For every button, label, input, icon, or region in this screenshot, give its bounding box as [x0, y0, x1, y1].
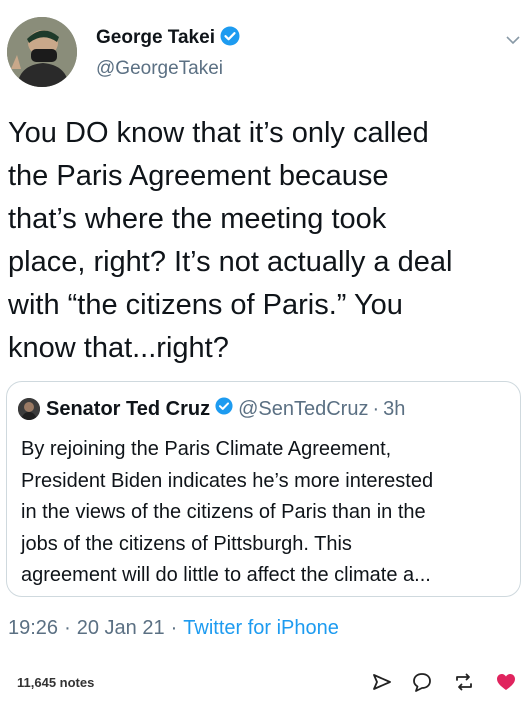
author-handle[interactable]: @GeorgeTakei — [96, 58, 223, 80]
quoted-text-line: By rejoining the Paris Climate Agreement… — [21, 438, 392, 460]
reply-icon[interactable] — [410, 670, 434, 699]
tweet-text: You DO know that it’s only called the Pa… — [8, 112, 518, 370]
quoted-author-avatar[interactable] — [18, 398, 40, 420]
quoted-text-line: jobs of the citizens of Pittsburgh. This — [21, 532, 352, 555]
quoted-text-line: President Biden indicates he’s more inte… — [21, 469, 434, 492]
tweet-source-link[interactable]: Twitter for iPhone — [183, 617, 339, 639]
tweet-meta: 19:26 · 20 Jan 21 · Twitter for iPhone — [8, 617, 339, 640]
author-avatar[interactable] — [7, 17, 77, 87]
tweet-time[interactable]: 19:26 — [8, 617, 58, 639]
meta-separator: · — [170, 617, 178, 639]
tweet-text-line: You DO know that it’s only called — [8, 117, 429, 149]
author-name-text: George Takei — [96, 27, 215, 48]
quoted-tweet-header: Senator Ted Cruz @SenTedCruz · 3h — [18, 397, 405, 421]
chevron-down-icon[interactable] — [506, 32, 520, 50]
share-icon[interactable] — [370, 670, 394, 699]
author-name[interactable]: George Takei — [96, 26, 240, 52]
quoted-author-name[interactable]: Senator Ted Cruz — [46, 398, 210, 421]
tweet-text-line: know that...right? — [8, 332, 229, 364]
post-actions — [0, 670, 526, 696]
quoted-author-handle[interactable]: @SenTedCruz — [238, 398, 368, 421]
tweet-screenshot: George Takei @GeorgeTakei You DO know th… — [0, 0, 526, 705]
quoted-tweet-text: By rejoining the Paris Climate Agreement… — [21, 434, 515, 592]
heart-icon[interactable] — [494, 670, 518, 699]
verified-badge-icon — [220, 26, 240, 52]
tweet-text-line: that’s where the meeting took — [8, 203, 387, 235]
meta-separator: · — [372, 397, 380, 420]
reblog-icon[interactable] — [452, 670, 476, 699]
verified-badge-icon — [215, 397, 233, 421]
meta-separator: · — [64, 617, 71, 639]
tweet-date[interactable]: 20 Jan 21 — [77, 617, 165, 639]
quoted-tweet-card[interactable]: Senator Ted Cruz @SenTedCruz · 3h By rej… — [6, 381, 521, 597]
tweet-text-line: place, right? It’s not actually a deal — [8, 246, 453, 278]
quoted-text-line: in the views of the citizens of Paris th… — [21, 501, 426, 523]
tweet-text-line: with “the citizens of Paris.” You — [8, 289, 403, 321]
tweet-text-line: the Paris Agreement because — [8, 160, 389, 192]
quoted-tweet-age[interactable]: 3h — [383, 398, 405, 421]
quoted-text-line: agreement will do little to affect the c… — [21, 564, 431, 586]
